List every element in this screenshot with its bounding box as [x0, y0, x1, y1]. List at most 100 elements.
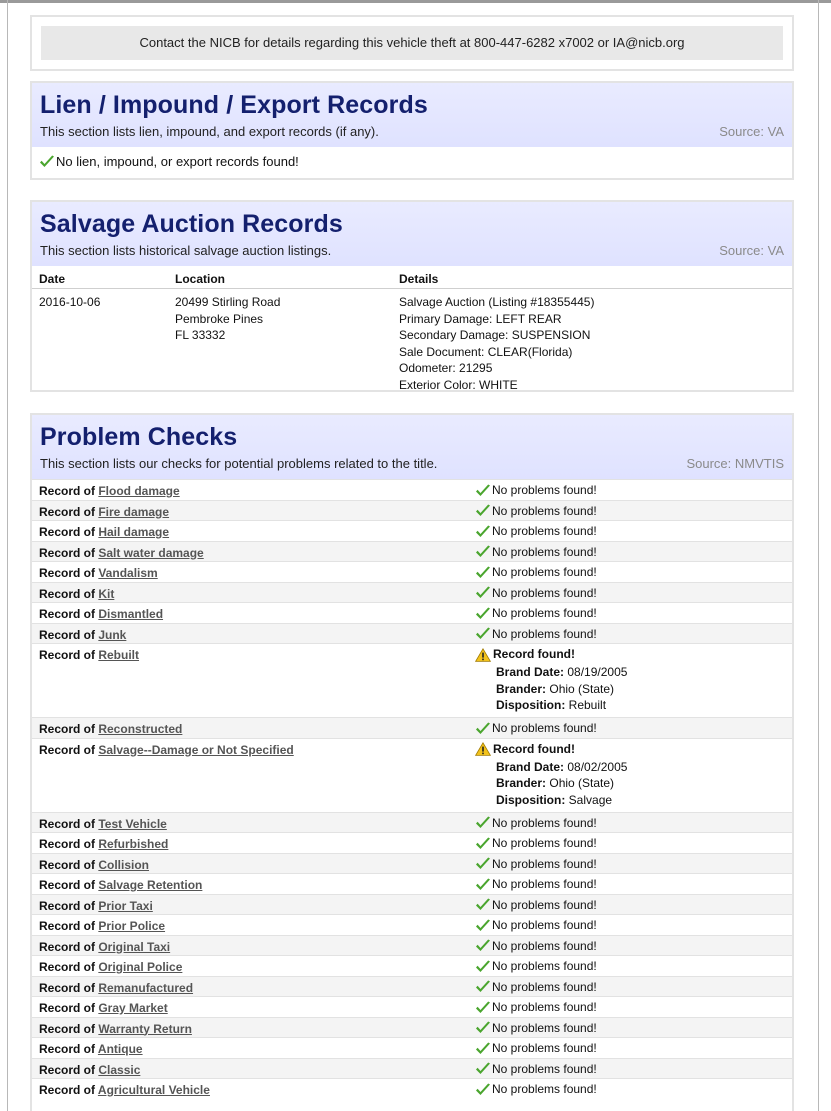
problem-link-original-taxi[interactable]: Original Taxi: [98, 940, 170, 954]
no-problem-result: No problems found!: [475, 1062, 597, 1076]
problem-check-label: Record of Salt water damage: [39, 546, 204, 560]
record-of-prefix: Record of: [39, 898, 99, 913]
no-problem-text: No problems found!: [492, 721, 597, 735]
no-problem-result: No problems found!: [475, 627, 597, 641]
warning-icon: [475, 647, 491, 662]
problem-check-row: Record of Antique No problems found!: [32, 1037, 792, 1058]
record-of-prefix: Record of: [39, 837, 99, 851]
problem-link-dismantled[interactable]: Dismantled: [98, 607, 163, 621]
problem-check-label: Record of Salvage--Damage or Not Specifi…: [39, 743, 294, 757]
checkmark-icon: [475, 722, 490, 735]
problem-link-test-vehicle[interactable]: Test Vehicle: [98, 817, 166, 831]
problem-check-label: Record of Prior Police: [39, 919, 165, 933]
problem-link-refurbished[interactable]: Refurbished: [98, 837, 168, 851]
salvage-location: 20499 Stirling Road Pembroke Pines FL 33…: [175, 294, 280, 344]
lien-section-body: No lien, impound, or export records foun…: [32, 147, 792, 178]
checkmark-icon: [475, 837, 490, 850]
problem-check-label: Record of Gray Market: [39, 1001, 168, 1015]
detail-listing: Salvage Auction (Listing #18355445): [399, 295, 595, 309]
salvage-table: Date Location Details 2016-10-06 20499 S…: [32, 266, 792, 392]
no-problem-result: No problems found!: [475, 545, 597, 559]
no-problem-text: No problems found!: [492, 918, 597, 932]
problem-check-label: Record of Refurbished: [39, 837, 168, 851]
no-problem-result: No problems found!: [475, 816, 597, 830]
problem-checks-section: Problem Checks This section lists our ch…: [30, 413, 794, 1111]
problem-link-prior-police[interactable]: Prior Police: [98, 919, 165, 933]
brander-line: Brander: Ohio (State): [496, 775, 627, 792]
problem-link-salt-water-damage[interactable]: Salt water damage: [98, 546, 203, 560]
problem-link-junk[interactable]: Junk: [98, 628, 126, 642]
salvage-section-source: Source: VA: [719, 243, 784, 258]
checkmark-icon: [475, 878, 490, 891]
no-problem-result: No problems found!: [475, 483, 597, 497]
problem-link-classic[interactable]: Classic: [98, 1063, 140, 1077]
record-of-prefix: Record of: [39, 566, 99, 580]
problem-link-original-police[interactable]: Original Police: [98, 960, 182, 974]
problem-link-flood-damage[interactable]: Flood damage: [98, 484, 179, 498]
problem-check-row: Record of Gray Market No problems found!: [32, 996, 792, 1017]
problem-link-kit[interactable]: Kit: [98, 587, 114, 601]
checkmark-icon: [475, 484, 490, 497]
problem-check-row: Record of Salvage--Damage or Not Specifi…: [32, 737, 792, 812]
record-of-prefix: Record of: [39, 1062, 99, 1077]
problem-check-row: Record of Original Taxi No problems found…: [32, 934, 792, 955]
problem-link-salvage-retention[interactable]: Salvage Retention: [98, 878, 202, 892]
record-of-prefix: Record of: [39, 586, 99, 601]
lien-section-source: Source: VA: [719, 124, 784, 139]
no-problem-result: No problems found!: [475, 1000, 597, 1014]
no-problem-text: No problems found!: [492, 585, 597, 600]
no-problem-result: No problems found!: [475, 565, 597, 579]
problem-link-prior-taxi[interactable]: Prior Taxi: [98, 899, 152, 913]
problem-link-hail-damage[interactable]: Hail damage: [98, 525, 169, 539]
record-of-prefix: Record of: [39, 627, 99, 642]
checkmark-icon: [475, 566, 490, 579]
problem-link-fire-damage[interactable]: Fire damage: [98, 505, 169, 519]
problem-link-collision[interactable]: Collision: [98, 858, 149, 872]
salvage-section-header: Salvage Auction Records This section lis…: [32, 202, 792, 266]
checkmark-icon: [475, 857, 490, 870]
detail-sale-document: Sale Document: CLEAR(Florida): [399, 344, 573, 359]
problem-check-row: Record of Kit No problems found!: [32, 581, 792, 602]
problem-check-label: Record of Prior Taxi: [39, 899, 153, 913]
no-problem-text: No problems found!: [492, 836, 597, 850]
record-of-prefix: Record of: [39, 919, 99, 933]
record-found-result: Record found! Brand Date: 08/19/2005 Brand…: [475, 647, 627, 714]
record-of-prefix: Record of: [39, 525, 99, 539]
checkmark-icon: [475, 939, 490, 952]
problem-check-label: Record of Original Police: [39, 960, 182, 974]
checkmark-icon: [475, 586, 490, 599]
checkmark-icon: [475, 1001, 490, 1014]
problem-link-remanufactured[interactable]: Remanufactured: [98, 981, 193, 995]
brand-date-label: Brand Date:: [496, 665, 565, 679]
problem-check-label: Record of Hail damage: [39, 525, 169, 539]
location-state-zip: FL 33332: [175, 328, 226, 343]
problem-link-warranty-return[interactable]: Warranty Return: [98, 1022, 192, 1036]
problem-check-row: Record of Refurbished No problems found!: [32, 832, 792, 853]
problem-checks-list: Record of Flood damage No problems found!…: [32, 479, 792, 1099]
problem-link-gray-market[interactable]: Gray Market: [98, 1001, 167, 1015]
problem-check-label: Record of Antique: [39, 1042, 143, 1056]
record-of-prefix: Record of: [39, 484, 99, 498]
problem-check-row: Record of Vandalism No problems found!: [32, 561, 792, 582]
problem-check-row: Record of Flood damage No problems found!: [32, 479, 792, 500]
no-problem-result: No problems found!: [475, 586, 597, 600]
no-problem-result: No problems found!: [475, 877, 597, 891]
detail-odometer: Odometer: 21295: [399, 361, 493, 376]
problem-link-reconstructed[interactable]: Reconstructed: [98, 722, 182, 736]
checkmark-icon: [475, 545, 490, 558]
problem-link-agricultural-vehicle[interactable]: Agricultural Vehicle: [98, 1083, 210, 1097]
checkmark-icon: [475, 525, 490, 538]
no-problem-text: No problems found!: [492, 483, 597, 497]
left-page-border: [7, 0, 8, 1111]
problem-link-vandalism[interactable]: Vandalism: [98, 566, 157, 580]
theft-notice-panel: Contact the NICB for details regarding t…: [30, 15, 794, 71]
disposition-label: Disposition:: [496, 792, 566, 807]
brander-value: Ohio (State): [549, 776, 615, 791]
problem-link-antique[interactable]: Antique: [98, 1042, 143, 1056]
salvage-details: Salvage Auction (Listing #18355445) Prim…: [399, 294, 594, 394]
problem-check-row: Record of Junk No problems found!: [32, 622, 792, 643]
problem-link-salvage-damage-or-not-specified[interactable]: Salvage--Damage or Not Specified: [98, 743, 293, 757]
record-found-details: Brand Date: 08/02/2005 Brander: Ohio (Sta…: [496, 759, 627, 809]
checkmark-icon: [475, 898, 490, 911]
problem-link-rebuilt[interactable]: Rebuilt: [98, 648, 139, 662]
